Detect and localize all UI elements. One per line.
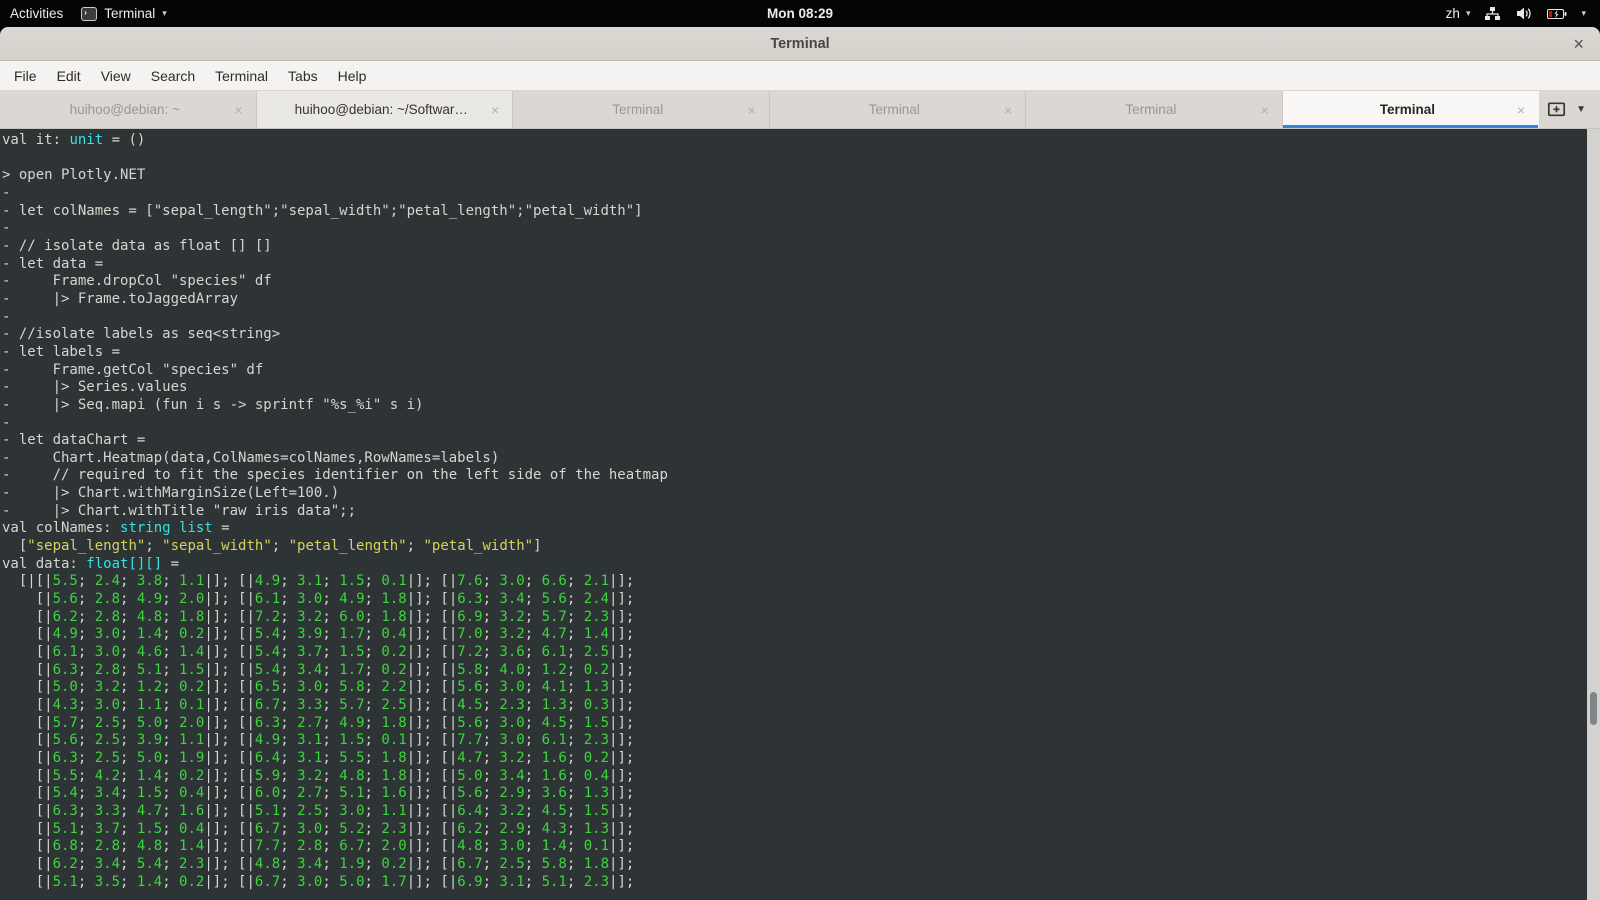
terminal-line: [|6.8; 2.8; 4.8; 1.4|]; [|7.7; 2.8; 6.7;… xyxy=(2,838,1584,856)
tab-close-icon[interactable]: × xyxy=(486,102,504,118)
terminal-line: [|[|5.5; 2.4; 3.8; 1.1|]; [|4.9; 3.1; 1.… xyxy=(2,573,1584,591)
tab-close-icon[interactable]: × xyxy=(743,102,761,118)
terminal-line: [|6.2; 3.4; 5.4; 2.3|]; [|4.8; 3.4; 1.9;… xyxy=(2,856,1584,874)
terminal-line: [|5.0; 3.2; 1.2; 0.2|]; [|6.5; 3.0; 5.8;… xyxy=(2,679,1584,697)
system-menu-chevron-icon[interactable]: ▾ xyxy=(1581,8,1586,19)
terminal-line: > open Plotly.NET xyxy=(2,167,1584,185)
terminal-line: - xyxy=(2,220,1584,238)
tab-close-icon[interactable]: × xyxy=(999,102,1017,118)
activities-button[interactable]: Activities xyxy=(10,6,63,21)
menu-item-edit[interactable]: Edit xyxy=(47,61,91,91)
terminal-line: val it: unit = () xyxy=(2,132,1584,150)
terminal-line: [|6.1; 3.0; 4.6; 1.4|]; [|5.4; 3.7; 1.5;… xyxy=(2,644,1584,662)
terminal-line: - |> Chart.withMarginSize(Left=100.) xyxy=(2,485,1584,503)
keyboard-layout-indicator[interactable]: zh ▾ xyxy=(1446,6,1471,21)
terminal-line: val colNames: string list = xyxy=(2,520,1584,538)
scrollbar-thumb[interactable] xyxy=(1590,692,1597,725)
menu-item-search[interactable]: Search xyxy=(141,61,205,91)
terminal-line: [|6.3; 2.8; 5.1; 1.5|]; [|5.4; 3.4; 1.7;… xyxy=(2,662,1584,680)
menu-item-terminal[interactable]: Terminal xyxy=(205,61,278,91)
terminal-line: [|4.9; 3.0; 1.4; 0.2|]; [|5.4; 3.9; 1.7;… xyxy=(2,626,1584,644)
menu-item-view[interactable]: View xyxy=(91,61,141,91)
keyboard-layout-label: zh xyxy=(1446,6,1460,21)
terminal-line: - let colNames = ["sepal_length";"sepal_… xyxy=(2,203,1584,221)
terminal-line: - xyxy=(2,415,1584,433)
terminal-line: [|5.5; 4.2; 1.4; 0.2|]; [|5.9; 3.2; 4.8;… xyxy=(2,768,1584,786)
menu-item-help[interactable]: Help xyxy=(328,61,377,91)
terminal-line: - |> Series.values xyxy=(2,379,1584,397)
terminal-line: - // required to fit the species identif… xyxy=(2,467,1584,485)
terminal-line: - Frame.getCol "species" df xyxy=(2,362,1584,380)
tab-label: Terminal xyxy=(1050,102,1252,117)
window-title-bar[interactable]: Terminal × xyxy=(0,27,1600,61)
tab-label: huihoo@debian: ~ xyxy=(24,102,226,117)
tab-list-dropdown-button[interactable]: ▼ xyxy=(1576,104,1586,115)
volume-icon[interactable] xyxy=(1515,6,1533,21)
terminal-line: [|5.4; 3.4; 1.5; 0.4|]; [|6.0; 2.7; 5.1;… xyxy=(2,785,1584,803)
focused-app-menu[interactable]: › Terminal ▾ xyxy=(81,6,167,21)
terminal-line: - |> Frame.toJaggedArray xyxy=(2,291,1584,309)
terminal-line: [|5.6; 2.5; 3.9; 1.1|]; [|4.9; 3.1; 1.5;… xyxy=(2,732,1584,750)
terminal-line: - xyxy=(2,309,1584,327)
tab-4[interactable]: Terminal× xyxy=(770,91,1027,128)
focused-app-label: Terminal xyxy=(104,6,155,21)
new-tab-button[interactable] xyxy=(1547,100,1566,120)
terminal-line: val data: float[][] = xyxy=(2,556,1584,574)
battery-icon[interactable] xyxy=(1547,8,1567,20)
tab-label: Terminal xyxy=(794,102,996,117)
terminal-line: - Chart.Heatmap(data,ColNames=colNames,R… xyxy=(2,450,1584,468)
terminal-line: [|6.2; 2.8; 4.8; 1.8|]; [|7.2; 3.2; 6.0;… xyxy=(2,609,1584,627)
chevron-down-icon: ▾ xyxy=(162,8,167,19)
terminal-output: val it: unit = () > open Plotly.NET- - l… xyxy=(0,129,1600,891)
tab-bar: huihoo@debian: ~×huihoo@debian: ~/Softwa… xyxy=(0,91,1600,129)
terminal-line xyxy=(2,150,1584,168)
chevron-down-icon: ▾ xyxy=(1466,8,1471,19)
terminal-line: [|5.1; 3.5; 1.4; 0.2|]; [|6.7; 3.0; 5.0;… xyxy=(2,874,1584,892)
window-title: Terminal xyxy=(770,36,829,52)
terminal-line: [|5.7; 2.5; 5.0; 2.0|]; [|6.3; 2.7; 4.9;… xyxy=(2,715,1584,733)
terminal-app-icon: › xyxy=(81,7,97,21)
terminal-line: - //isolate labels as seq<string> xyxy=(2,326,1584,344)
network-icon[interactable] xyxy=(1484,6,1501,21)
tab-2[interactable]: huihoo@debian: ~/Softwar…× xyxy=(257,91,514,128)
terminal-line: [|6.3; 2.5; 5.0; 1.9|]; [|6.4; 3.1; 5.5;… xyxy=(2,750,1584,768)
menu-bar: FileEditViewSearchTerminalTabsHelp xyxy=(0,61,1600,91)
screen: Activities › Terminal ▾ Mon 08:29 zh ▾ xyxy=(0,0,1600,900)
clock[interactable]: Mon 08:29 xyxy=(0,6,1600,21)
terminal-line: - |> Chart.withTitle "raw iris data";; xyxy=(2,503,1584,521)
tab-close-icon[interactable]: × xyxy=(1512,102,1530,118)
scrollbar[interactable] xyxy=(1587,129,1600,900)
tab-strip: huihoo@debian: ~×huihoo@debian: ~/Softwa… xyxy=(0,91,1539,128)
tab-5[interactable]: Terminal × xyxy=(1026,91,1283,128)
chevron-down-icon: ▼ xyxy=(1576,104,1586,115)
terminal-line: [|6.3; 3.3; 4.7; 1.6|]; [|5.1; 2.5; 3.0;… xyxy=(2,803,1584,821)
terminal-line: - xyxy=(2,185,1584,203)
terminal-line: - let labels = xyxy=(2,344,1584,362)
tab-6[interactable]: Terminal× xyxy=(1283,91,1540,128)
terminal-line: - |> Seq.mapi (fun i s -> sprintf "%s_%i… xyxy=(2,397,1584,415)
new-tab-icon xyxy=(1547,100,1566,120)
terminal-line: - let data = xyxy=(2,256,1584,274)
terminal-line: [|5.1; 3.7; 1.5; 0.4|]; [|6.7; 3.0; 5.2;… xyxy=(2,821,1584,839)
tab-3[interactable]: Terminal × xyxy=(513,91,770,128)
tab-label: huihoo@debian: ~/Softwar… xyxy=(281,102,483,117)
terminal-viewport[interactable]: val it: unit = () > open Plotly.NET- - l… xyxy=(0,129,1600,900)
tab-1[interactable]: huihoo@debian: ~ × xyxy=(0,91,257,128)
menu-item-tabs[interactable]: Tabs xyxy=(278,61,328,91)
menu-item-file[interactable]: File xyxy=(4,61,47,91)
tab-label: Terminal xyxy=(1307,102,1509,117)
tab-close-icon[interactable]: × xyxy=(1256,102,1274,118)
terminal-line: - // isolate data as float [] [] xyxy=(2,238,1584,256)
window-close-button[interactable]: × xyxy=(1573,31,1584,57)
gnome-top-bar: Activities › Terminal ▾ Mon 08:29 zh ▾ xyxy=(0,0,1600,27)
terminal-line: [|5.6; 2.8; 4.9; 2.0|]; [|6.1; 3.0; 4.9;… xyxy=(2,591,1584,609)
terminal-line: ["sepal_length"; "sepal_width"; "petal_l… xyxy=(2,538,1584,556)
terminal-line: [|4.3; 3.0; 1.1; 0.1|]; [|6.7; 3.3; 5.7;… xyxy=(2,697,1584,715)
terminal-line: - Frame.dropCol "species" df xyxy=(2,273,1584,291)
terminal-line: - let dataChart = xyxy=(2,432,1584,450)
tab-close-icon[interactable]: × xyxy=(230,102,248,118)
tab-label: Terminal xyxy=(537,102,739,117)
